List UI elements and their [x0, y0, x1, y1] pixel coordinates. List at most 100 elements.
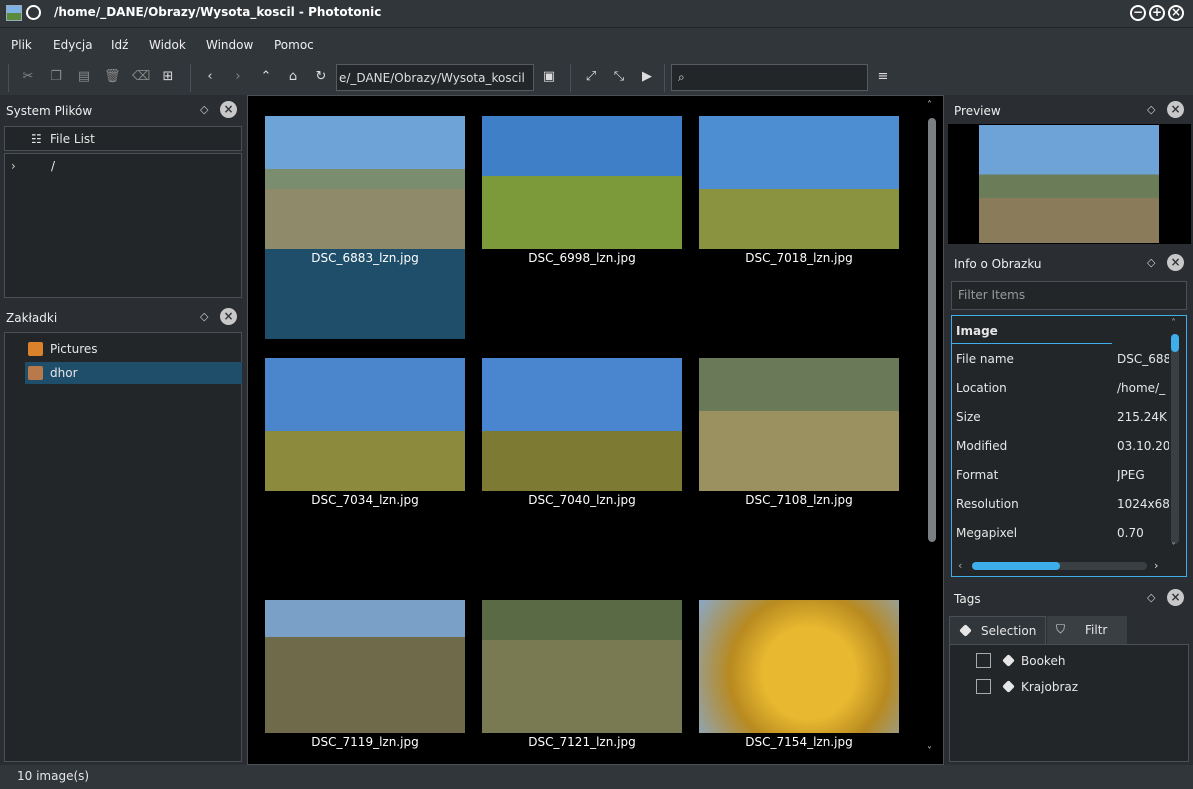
- info-hscroll-track[interactable]: [972, 562, 1147, 570]
- thumbnail-caption: DSC_7121_lzn.jpg: [528, 735, 636, 749]
- bookmark-item-selected[interactable]: dhor: [25, 362, 242, 384]
- info-dock-title: Info o Obrazku: [954, 257, 1042, 271]
- menu-pomoc[interactable]: Pomoc: [274, 38, 314, 52]
- close-dock-icon[interactable]: ×: [1167, 254, 1184, 271]
- zoom-out-thumbs-icon[interactable]: ⤡: [611, 69, 627, 85]
- forward-icon[interactable]: ›: [230, 69, 246, 85]
- slideshow-icon[interactable]: ▶: [639, 69, 655, 85]
- close-window-icon[interactable]: ×: [1168, 5, 1184, 21]
- minimize-icon[interactable]: −: [1130, 5, 1146, 21]
- thumbnail-item[interactable]: DSC_6883_lzn.jpg: [265, 116, 465, 339]
- home-icon[interactable]: ⌂: [285, 69, 301, 85]
- new-folder-icon[interactable]: ⊞: [160, 69, 176, 85]
- thumbnail-item[interactable]: DSC_6998_lzn.jpg: [482, 116, 682, 265]
- info-vscroll-thumb[interactable]: [1171, 334, 1179, 352]
- expand-arrow-icon[interactable]: ›: [11, 159, 16, 173]
- thumbnail-caption: DSC_7119_lzn.jpg: [311, 735, 419, 749]
- info-value: JPEG: [1117, 468, 1145, 482]
- float-dock-icon[interactable]: ◇: [200, 310, 208, 323]
- filter-options-icon[interactable]: ≡: [875, 69, 891, 85]
- scroll-up-icon[interactable]: ˄: [1171, 318, 1176, 329]
- thumbnail-image: [265, 358, 465, 491]
- bookmark-item[interactable]: Pictures: [25, 339, 242, 360]
- close-dock-icon[interactable]: ×: [220, 101, 237, 118]
- thumbnail-item[interactable]: DSC_7040_lzn.jpg: [482, 358, 682, 507]
- tree-root[interactable]: /: [51, 159, 55, 173]
- thumbnail-item[interactable]: DSC_7154_lzn.jpg: [699, 600, 899, 749]
- float-dock-icon[interactable]: ◇: [1147, 256, 1155, 269]
- thumbnail-item[interactable]: DSC_7108_lzn.jpg: [699, 358, 899, 507]
- info-section-label: Image: [956, 324, 998, 338]
- float-dock-icon[interactable]: ◇: [200, 103, 208, 116]
- filter-items-input[interactable]: Filter Items: [951, 281, 1187, 310]
- file-list-tab[interactable]: ☷ File List: [4, 126, 242, 151]
- thumbnail-scrollbar[interactable]: [928, 118, 936, 542]
- delete-icon[interactable]: 🗑: [104, 69, 121, 85]
- scroll-left-icon[interactable]: ‹: [958, 559, 962, 572]
- thumbnail-item[interactable]: DSC_7018_lzn.jpg: [699, 116, 899, 265]
- back-icon[interactable]: ‹: [202, 69, 218, 85]
- bookmark-label: Pictures: [50, 342, 98, 356]
- thumbnail-item[interactable]: DSC_7121_lzn.jpg: [482, 600, 682, 749]
- scroll-up-icon[interactable]: ˄: [927, 100, 932, 111]
- copy-icon[interactable]: ❐: [48, 69, 64, 85]
- refresh-icon[interactable]: ↻: [313, 69, 329, 85]
- preview-dock: Preview ◇ ×: [948, 98, 1191, 246]
- title-bar: /home/_DANE/Obrazy/Wysota_koscil - Photo…: [0, 0, 1193, 28]
- menu-window[interactable]: Window: [206, 38, 253, 52]
- path-input[interactable]: e/_DANE/Obrazy/Wysota_koscil: [336, 64, 534, 91]
- zoom-in-thumbs-icon[interactable]: ⤢: [583, 69, 599, 85]
- thumbnail-caption: DSC_6998_lzn.jpg: [528, 251, 636, 265]
- menu-idz[interactable]: Idź: [111, 38, 128, 52]
- tab-filter[interactable]: ⛉ Filtr: [1047, 616, 1127, 644]
- thumbnail-caption: DSC_7040_lzn.jpg: [528, 493, 636, 507]
- toolbar-separator: [8, 64, 9, 92]
- thumbnail-item[interactable]: DSC_7119_lzn.jpg: [265, 600, 465, 749]
- menu-plik[interactable]: Plik: [11, 38, 32, 52]
- tag-item[interactable]: Bookeh: [960, 650, 1185, 672]
- trash-icon[interactable]: ⌫: [132, 69, 150, 85]
- info-value: /home/_: [1117, 381, 1166, 395]
- info-hscroll-thumb[interactable]: [972, 562, 1060, 570]
- up-icon[interactable]: ⌃: [258, 69, 274, 85]
- info-row: Format JPEG: [952, 461, 1172, 490]
- filesystem-dock: System Plików ◇ × ☷ File List › /: [0, 98, 244, 300]
- search-input[interactable]: ⌕: [671, 64, 868, 91]
- info-value: 215.24K: [1117, 410, 1167, 424]
- maximize-icon[interactable]: +: [1149, 5, 1165, 21]
- bookmark-label: dhor: [50, 366, 78, 380]
- info-vscroll-track[interactable]: [1171, 334, 1179, 544]
- info-key: Megapixel: [956, 526, 1018, 540]
- tag-item[interactable]: Krajobraz: [960, 676, 1185, 698]
- tag-checkbox[interactable]: [976, 653, 991, 668]
- menu-edycja[interactable]: Edycja: [53, 38, 93, 52]
- close-dock-icon[interactable]: ×: [220, 308, 237, 325]
- tag-label: Bookeh: [1021, 654, 1066, 668]
- scroll-down-icon[interactable]: ˅: [1171, 542, 1176, 553]
- tags-dock-title: Tags: [954, 592, 981, 606]
- tab-selection[interactable]: Selection: [949, 616, 1046, 644]
- window-menu-icon[interactable]: [26, 5, 41, 20]
- preview-area: [948, 124, 1191, 244]
- info-key: Resolution: [956, 497, 1019, 511]
- info-table: Image File name DSC_688 Location/home/_ S…: [951, 315, 1187, 577]
- info-row: Modified 03.10.201: [952, 432, 1172, 461]
- scroll-down-icon[interactable]: ˅: [927, 746, 932, 757]
- info-value: DSC_688: [1117, 352, 1169, 366]
- tag-checkbox[interactable]: [976, 679, 991, 694]
- close-dock-icon[interactable]: ×: [1167, 589, 1184, 606]
- menu-widok[interactable]: Widok: [149, 38, 186, 52]
- thumbnail-caption: DSC_7034_lzn.jpg: [311, 493, 419, 507]
- float-dock-icon[interactable]: ◇: [1147, 591, 1155, 604]
- paste-icon[interactable]: ▤: [76, 69, 92, 85]
- toolbar-separator: [664, 64, 665, 92]
- go-icon[interactable]: ▣: [541, 69, 557, 85]
- thumbnail-item[interactable]: DSC_7034_lzn.jpg: [265, 358, 465, 507]
- float-dock-icon[interactable]: ◇: [1147, 103, 1155, 116]
- preview-image: [979, 125, 1159, 243]
- info-row: Resolution 1024x681: [952, 490, 1172, 519]
- cut-icon[interactable]: ✂: [20, 69, 36, 85]
- bookmark-list: Pictures dhor: [4, 332, 242, 762]
- scroll-right-icon[interactable]: ›: [1154, 559, 1158, 572]
- close-dock-icon[interactable]: ×: [1167, 101, 1184, 118]
